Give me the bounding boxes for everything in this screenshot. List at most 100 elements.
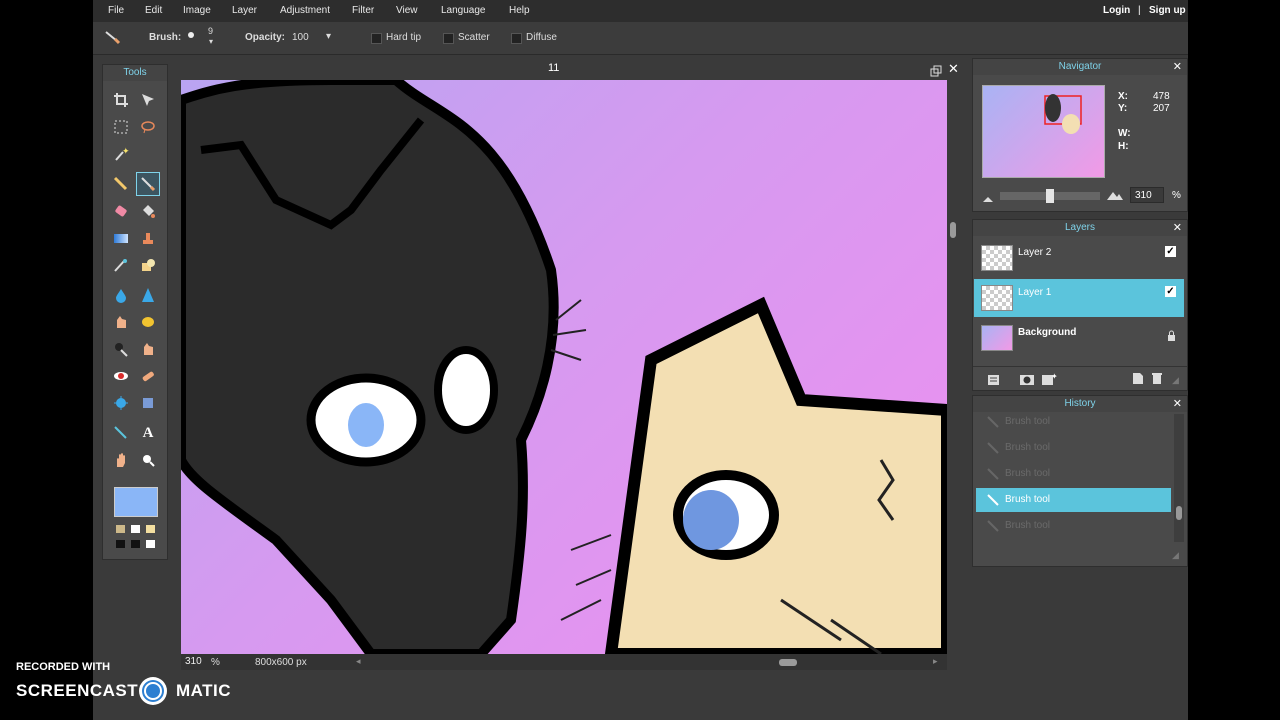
history-item[interactable]: Brush tool bbox=[976, 514, 1171, 538]
swatch-1[interactable] bbox=[116, 525, 125, 533]
pinch-icon[interactable] bbox=[137, 392, 159, 414]
history-item[interactable]: Brush tool bbox=[976, 436, 1171, 460]
layer-styles-icon[interactable] bbox=[987, 373, 1000, 391]
red-eye-icon[interactable] bbox=[110, 365, 132, 387]
brush-history-icon bbox=[986, 415, 1000, 434]
sponge-icon[interactable] bbox=[137, 311, 159, 333]
layers-close-icon[interactable]: ✕ bbox=[1173, 222, 1182, 234]
menu-view[interactable]: View bbox=[396, 5, 418, 16]
gradient-icon[interactable] bbox=[110, 227, 132, 249]
smudge-icon[interactable] bbox=[110, 311, 132, 333]
history-item[interactable]: Brush tool bbox=[976, 462, 1171, 486]
lasso-icon[interactable] bbox=[137, 116, 159, 138]
opacity-dropdown-icon[interactable]: ▾ bbox=[326, 31, 331, 42]
color-picker-icon[interactable] bbox=[110, 422, 132, 444]
history-item[interactable]: Brush tool bbox=[976, 410, 1171, 434]
menu-filter[interactable]: Filter bbox=[352, 5, 374, 16]
vertical-scrollbar[interactable] bbox=[949, 80, 957, 654]
history-item-label: Brush tool bbox=[1005, 494, 1051, 505]
signup-link[interactable]: Sign up bbox=[1149, 5, 1186, 16]
recorded-with-text: RECORDED WITH bbox=[16, 661, 111, 673]
menu-file[interactable]: File bbox=[108, 5, 124, 16]
history-scrollbar[interactable] bbox=[1174, 414, 1184, 542]
login-link[interactable]: Login bbox=[1103, 5, 1130, 16]
vertical-scrollbar-thumb[interactable] bbox=[950, 222, 956, 238]
menu-adjustment[interactable]: Adjustment bbox=[280, 5, 330, 16]
scroll-left-icon[interactable]: ◂ bbox=[356, 656, 361, 667]
brush-size[interactable]: 9 bbox=[208, 26, 213, 36]
diffuse-checkbox[interactable] bbox=[511, 33, 522, 44]
layer-mask-icon[interactable] bbox=[1019, 373, 1035, 391]
brush-icon[interactable] bbox=[136, 172, 160, 196]
layer-row-layer-1[interactable]: Layer 1 ✓ bbox=[974, 279, 1184, 317]
scroll-right-icon[interactable]: ▸ bbox=[933, 656, 938, 667]
opacity-value[interactable]: 100 bbox=[292, 32, 309, 43]
zoom-value[interactable]: 310 bbox=[185, 656, 202, 667]
type-tool-icon[interactable]: A bbox=[137, 422, 159, 444]
marquee-icon[interactable] bbox=[110, 116, 132, 138]
brush-size-dropdown-icon[interactable]: ▾ bbox=[209, 37, 213, 46]
layer-1-thumbnail bbox=[981, 285, 1013, 311]
zoom-icon[interactable] bbox=[137, 449, 159, 471]
new-layer-icon[interactable] bbox=[1132, 372, 1144, 390]
delete-layer-icon[interactable] bbox=[1151, 372, 1163, 390]
swatch-3[interactable] bbox=[146, 525, 155, 533]
hand-icon[interactable] bbox=[110, 449, 132, 471]
light-cat-whiskers bbox=[560, 534, 612, 621]
light-cat-head bbox=[604, 296, 947, 654]
foreground-color-swatch[interactable] bbox=[114, 487, 158, 517]
add-adjustment-icon[interactable]: ✦ bbox=[1041, 372, 1058, 391]
nav-zoom-input[interactable]: 310 bbox=[1130, 187, 1164, 203]
spot-heal-icon[interactable] bbox=[137, 365, 159, 387]
menu-image[interactable]: Image bbox=[183, 5, 211, 16]
zoom-out-icon[interactable] bbox=[982, 190, 994, 208]
zoom-in-icon[interactable] bbox=[1106, 188, 1124, 206]
menu-help[interactable]: Help bbox=[509, 5, 530, 16]
navigator-preview[interactable] bbox=[982, 85, 1105, 178]
horizontal-scrollbar-thumb[interactable] bbox=[779, 659, 797, 666]
draw-shape-icon[interactable] bbox=[137, 254, 159, 276]
swatch-5[interactable] bbox=[131, 540, 140, 548]
swatch-2[interactable] bbox=[131, 525, 140, 533]
layer-row-layer-2[interactable]: Layer 2 ✓ bbox=[974, 239, 1184, 277]
swatch-6[interactable] bbox=[146, 540, 155, 548]
paint-bucket-icon[interactable] bbox=[137, 200, 159, 222]
zoom-slider-handle[interactable] bbox=[1046, 189, 1054, 203]
eraser-icon[interactable] bbox=[110, 200, 132, 222]
drawing-canvas[interactable] bbox=[181, 80, 947, 654]
tools-panel-title: Tools bbox=[103, 65, 167, 81]
move-icon[interactable] bbox=[137, 89, 159, 111]
close-document-icon[interactable]: ✕ bbox=[948, 61, 959, 77]
menu-edit[interactable]: Edit bbox=[145, 5, 162, 16]
menu-language[interactable]: Language bbox=[441, 5, 486, 16]
layer-row-background[interactable]: Background bbox=[974, 319, 1184, 357]
sharpen-icon[interactable] bbox=[137, 284, 159, 306]
menu-layer[interactable]: Layer bbox=[232, 5, 257, 16]
layer-2-visibility-checkbox[interactable]: ✓ bbox=[1165, 246, 1176, 257]
layers-panel: Layers ✕ Layer 2 ✓ Layer 1 ✓ Background … bbox=[972, 219, 1188, 391]
history-resize-icon[interactable]: ◢ bbox=[1172, 550, 1179, 561]
nav-y-value: 207 bbox=[1153, 103, 1170, 114]
history-close-icon[interactable]: ✕ bbox=[1173, 398, 1182, 410]
layers-resize-icon[interactable]: ◢ bbox=[1172, 375, 1179, 386]
scatter-checkbox[interactable] bbox=[443, 33, 454, 44]
navigator-close-icon[interactable]: ✕ bbox=[1173, 61, 1182, 73]
nav-zoom-unit: % bbox=[1172, 190, 1181, 201]
blur-icon[interactable] bbox=[110, 284, 132, 306]
dodge-icon[interactable] bbox=[110, 338, 132, 360]
menu-bar: File Edit Image Layer Adjustment Filter … bbox=[93, 0, 1188, 22]
burn-icon[interactable] bbox=[137, 338, 159, 360]
color-replace-icon[interactable] bbox=[110, 254, 132, 276]
pencil-icon[interactable] bbox=[110, 173, 132, 195]
zoom-slider[interactable] bbox=[1000, 189, 1100, 203]
swatch-4[interactable] bbox=[116, 540, 125, 548]
bloat-icon[interactable] bbox=[110, 392, 132, 414]
magic-wand-icon[interactable]: ✦ bbox=[110, 143, 132, 165]
clone-stamp-icon[interactable] bbox=[137, 227, 159, 249]
hard-tip-checkbox[interactable] bbox=[371, 33, 382, 44]
history-scrollbar-thumb[interactable] bbox=[1176, 506, 1182, 520]
layer-1-visibility-checkbox[interactable]: ✓ bbox=[1165, 286, 1176, 297]
history-item-active[interactable]: Brush tool bbox=[976, 488, 1171, 512]
brush-history-icon bbox=[986, 519, 1000, 538]
crop-icon[interactable] bbox=[110, 89, 132, 111]
